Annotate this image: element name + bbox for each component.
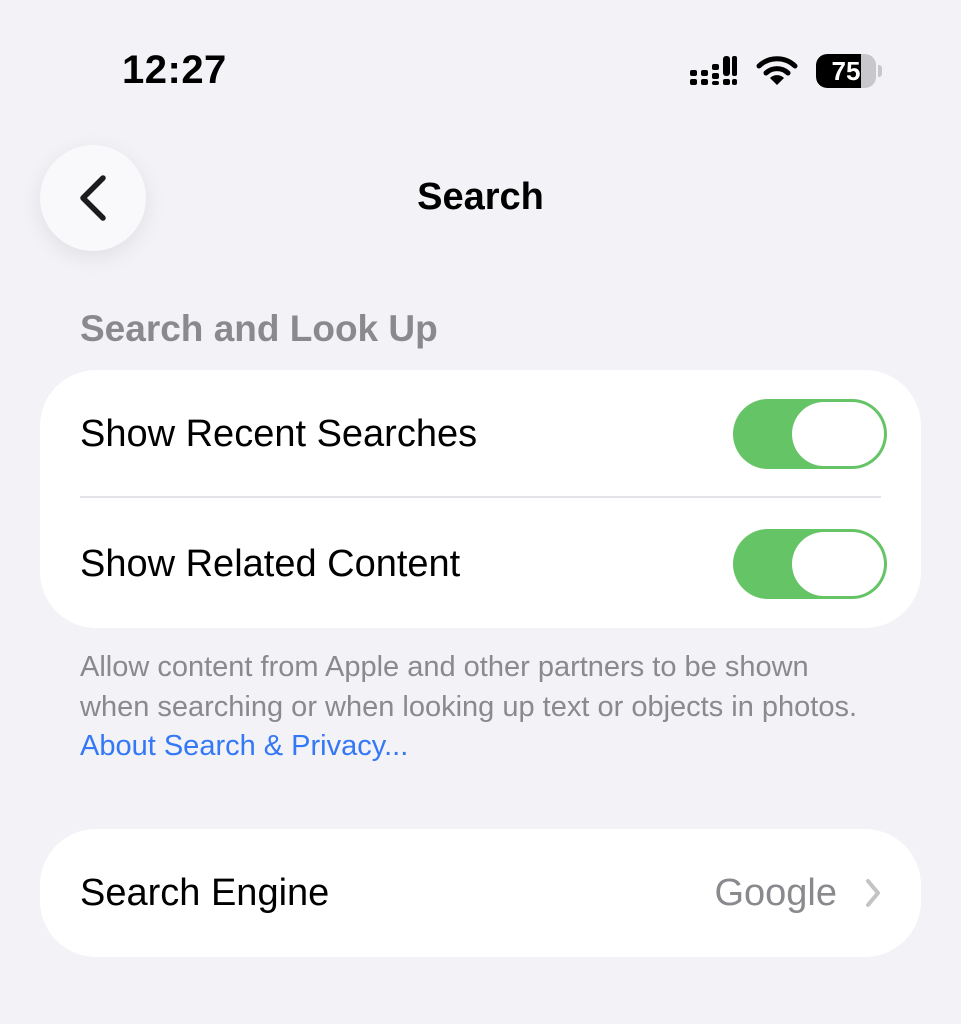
- row-show-related-content[interactable]: Show Related Content: [40, 500, 921, 628]
- battery-level: 75: [831, 56, 861, 86]
- row-search-engine[interactable]: Search Engine Google: [40, 829, 921, 957]
- section-header: Search and Look Up: [80, 308, 438, 349]
- toggle-recent-searches[interactable]: [733, 399, 887, 469]
- about-search-privacy-link[interactable]: About Search & Privacy...: [80, 730, 408, 762]
- row-label-search-engine: Search Engine: [80, 871, 330, 914]
- footer-description: Allow content from Apple and other partn…: [80, 651, 858, 723]
- section-footer: Allow content from Apple and other partn…: [80, 648, 880, 767]
- battery-icon: 75: [816, 54, 882, 88]
- status-time: 12:27: [122, 48, 227, 92]
- toggle-related-content[interactable]: [733, 529, 887, 599]
- settings-screen: 12:27 75 Search Search and Look Up Show …: [0, 0, 961, 1024]
- wifi-icon: [756, 56, 798, 85]
- toggle-knob: [792, 402, 884, 466]
- search-settings-group: Show Recent Searches Show Related Conten…: [40, 370, 921, 628]
- page-title: Search: [417, 176, 544, 218]
- row-show-recent-searches[interactable]: Show Recent Searches: [40, 370, 921, 498]
- row-label-related-content: Show Related Content: [80, 542, 461, 585]
- row-label-recent-searches: Show Recent Searches: [80, 412, 478, 455]
- search-engine-value: Google: [714, 871, 837, 914]
- signal-icon: [690, 56, 737, 85]
- row-divider: [80, 496, 881, 498]
- toggle-knob: [792, 532, 884, 596]
- search-engine-group: Search Engine Google: [40, 829, 921, 957]
- status-icons: 75: [688, 54, 882, 88]
- chevron-right-icon: [866, 879, 880, 907]
